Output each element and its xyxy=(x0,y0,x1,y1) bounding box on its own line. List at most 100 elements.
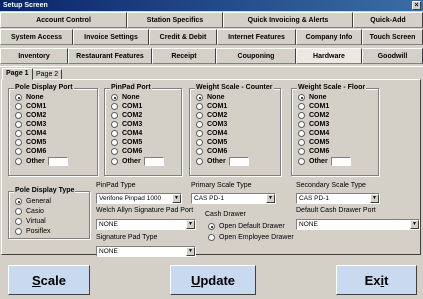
tab-credit-debit[interactable]: Credit & Debit xyxy=(149,29,217,45)
radio-none[interactable]: None xyxy=(298,93,327,102)
radio-none[interactable]: None xyxy=(15,93,44,102)
radio-selected-icon xyxy=(15,198,22,205)
secondary-scale-type-select[interactable]: CAS PD-1 ▼ xyxy=(296,193,380,204)
dropdown-arrow-icon[interactable]: ▼ xyxy=(172,194,181,203)
other-port-input[interactable] xyxy=(228,157,249,166)
radio-none[interactable]: None xyxy=(111,93,140,102)
radio-com2[interactable]: COM2 xyxy=(15,111,46,120)
group-title: Weight Scale - Counter xyxy=(195,84,274,92)
radio-selected-icon xyxy=(298,94,305,101)
radio-icon xyxy=(196,148,203,155)
radio-com5[interactable]: COM5 xyxy=(15,138,46,147)
other-port-input[interactable] xyxy=(143,157,164,166)
radio-com1[interactable]: COM1 xyxy=(111,102,142,111)
update-button[interactable]: Update xyxy=(170,265,256,295)
radio-icon xyxy=(298,103,305,110)
radio-com3[interactable]: COM3 xyxy=(298,120,329,129)
radio-other[interactable]: Other xyxy=(111,157,164,166)
scale-accelerator: S xyxy=(32,272,41,288)
radio-icon xyxy=(111,103,118,110)
welch-allyn-port-select[interactable]: NONE ▼ xyxy=(96,219,196,230)
radio-icon xyxy=(298,130,305,137)
signature-pad-type-select[interactable]: NONE ▼ xyxy=(96,246,196,257)
tab-hardware[interactable]: Hardware xyxy=(296,48,362,64)
radio-icon xyxy=(196,158,203,165)
radio-com3[interactable]: COM3 xyxy=(196,120,227,129)
default-cash-drawer-port-select[interactable]: NONE ▼ xyxy=(296,219,420,230)
radio-other[interactable]: Other xyxy=(15,157,68,166)
radio-com1[interactable]: COM1 xyxy=(15,102,46,111)
primary-scale-type-label: Primary Scale Type xyxy=(191,182,252,189)
tab-quick-invoicing-alerts[interactable]: Quick Invoicing & Alerts xyxy=(223,12,353,28)
radio-com4[interactable]: COM4 xyxy=(111,129,142,138)
tab-couponing[interactable]: Couponing xyxy=(216,48,296,64)
other-port-input[interactable] xyxy=(47,157,68,166)
radio-com6[interactable]: COM6 xyxy=(15,147,46,156)
tab-goodwill[interactable]: Goodwill xyxy=(362,48,423,64)
radio-icon xyxy=(298,121,305,128)
radio-other[interactable]: Other xyxy=(196,157,249,166)
default-cash-drawer-port-value: NONE xyxy=(299,221,318,228)
radio-com5[interactable]: COM5 xyxy=(196,138,227,147)
exit-button[interactable]: Ex i t xyxy=(336,265,417,295)
pinpad-type-value: Verifone Pinpad 1000 xyxy=(99,195,162,202)
radio-icon xyxy=(196,130,203,137)
radio-com2[interactable]: COM2 xyxy=(111,111,142,120)
secondary-scale-type-value: CAS PD-1 xyxy=(299,195,329,202)
radio-com6[interactable]: COM6 xyxy=(298,147,329,156)
radio-com4[interactable]: COM4 xyxy=(196,129,227,138)
tab-restaurant-features[interactable]: Restaurant Features xyxy=(68,48,152,64)
close-button[interactable]: × xyxy=(412,1,421,10)
pinpad-type-select[interactable]: Verifone Pinpad 1000 ▼ xyxy=(96,193,182,204)
radio-com5[interactable]: COM5 xyxy=(298,138,329,147)
radio-com4[interactable]: COM4 xyxy=(15,129,46,138)
radio-other[interactable]: Other xyxy=(298,157,351,166)
radio-com2[interactable]: COM2 xyxy=(196,111,227,120)
radio-icon xyxy=(15,103,22,110)
radio-com3[interactable]: COM3 xyxy=(15,120,46,129)
signature-pad-type-label: Signature Pad Type xyxy=(96,234,158,241)
dropdown-arrow-icon[interactable]: ▼ xyxy=(410,220,419,229)
tab-quick-add[interactable]: Quick-Add xyxy=(353,12,423,28)
radio-none[interactable]: None xyxy=(196,93,225,102)
dropdown-arrow-icon[interactable]: ▼ xyxy=(186,220,195,229)
tab-invoice-settings[interactable]: Invoice Settings xyxy=(73,29,149,45)
radio-com2[interactable]: COM2 xyxy=(298,111,329,120)
radio-com6[interactable]: COM6 xyxy=(196,147,227,156)
dropdown-arrow-icon[interactable]: ▼ xyxy=(266,194,275,203)
tab-receipt[interactable]: Receipt xyxy=(152,48,216,64)
radio-icon xyxy=(298,112,305,119)
radio-com4[interactable]: COM4 xyxy=(298,129,329,138)
dropdown-arrow-icon[interactable]: ▼ xyxy=(370,194,379,203)
radio-com5[interactable]: COM5 xyxy=(111,138,142,147)
radio-icon xyxy=(15,208,22,215)
radio-general[interactable]: General xyxy=(15,197,51,206)
radio-com1[interactable]: COM1 xyxy=(298,102,329,111)
radio-com6[interactable]: COM6 xyxy=(111,147,142,156)
window-titlebar: Setup Screen × xyxy=(0,0,423,11)
tab-system-access[interactable]: System Access xyxy=(0,29,73,45)
radio-com1[interactable]: COM1 xyxy=(196,102,227,111)
scale-button[interactable]: Scale xyxy=(8,265,90,295)
radio-virtual[interactable]: Virtual xyxy=(15,217,46,226)
subtab-page-1[interactable]: Page 1 xyxy=(2,68,33,80)
radio-casio[interactable]: Casio xyxy=(15,207,44,216)
other-port-input[interactable] xyxy=(330,157,351,166)
tab-company-info[interactable]: Company Info xyxy=(296,29,362,45)
radio-icon xyxy=(15,112,22,119)
tab-station-specifics[interactable]: Station Specifics xyxy=(127,12,223,28)
tab-inventory[interactable]: Inventory xyxy=(0,48,68,64)
tab-internet-features[interactable]: Internet Features xyxy=(217,29,296,45)
pinpad-port-group: PinPad Port None COM1 COM2 COM3 COM4 COM… xyxy=(104,84,182,176)
primary-scale-type-select[interactable]: CAS PD-1 ▼ xyxy=(191,193,276,204)
radio-com3[interactable]: COM3 xyxy=(111,120,142,129)
radio-icon xyxy=(196,121,203,128)
radio-open-employee-drawer[interactable]: Open Employee Drawer xyxy=(208,233,294,242)
radio-icon xyxy=(15,121,22,128)
radio-posiflex[interactable]: Posiflex xyxy=(15,227,51,236)
dropdown-arrow-icon[interactable]: ▼ xyxy=(186,247,195,256)
tab-account-control[interactable]: Account Control xyxy=(0,12,127,28)
radio-open-default-drawer[interactable]: Open Default Drawer xyxy=(208,222,285,231)
weight-scale-counter-group: Weight Scale - Counter None COM1 COM2 CO… xyxy=(189,84,281,176)
tab-touch-screen[interactable]: Touch Screen xyxy=(362,29,423,45)
